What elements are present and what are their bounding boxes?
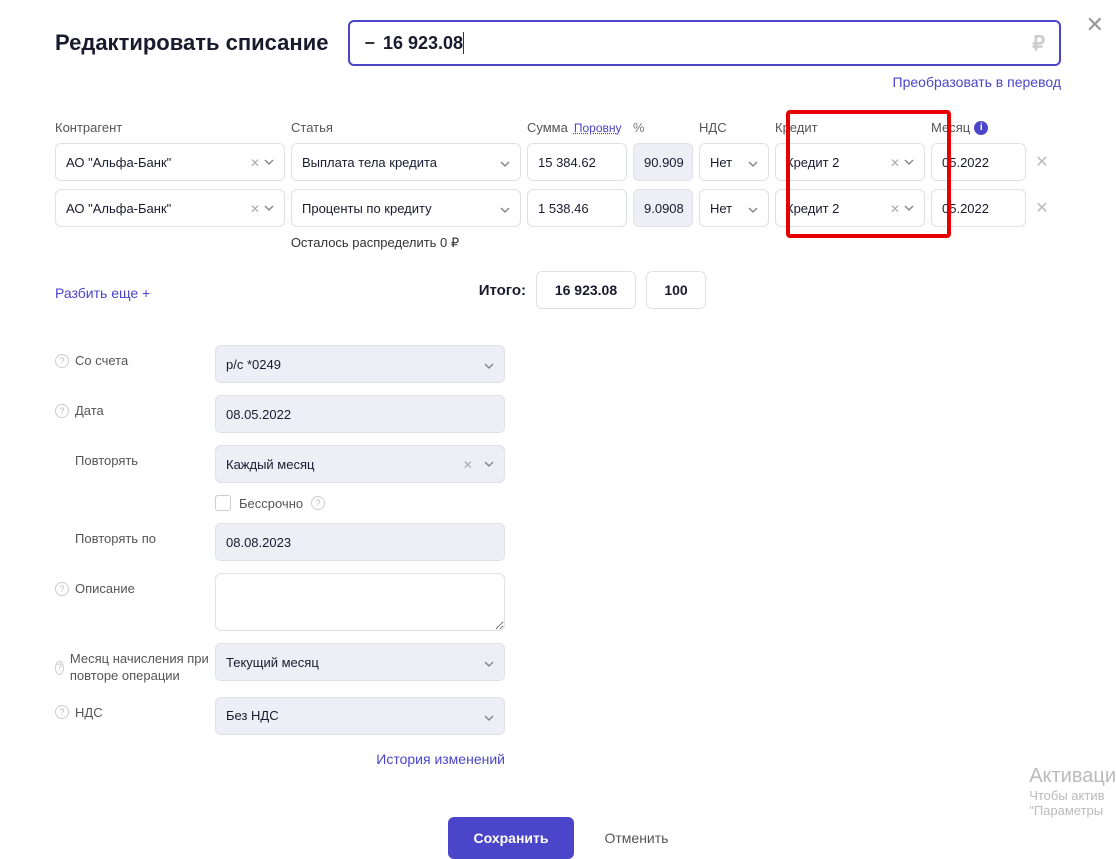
close-icon[interactable]: ✕ xyxy=(1086,12,1104,38)
repeat-label: Повторять xyxy=(75,453,138,468)
percent-input[interactable]: 90.909 xyxy=(633,143,693,181)
help-icon[interactable]: ? xyxy=(55,661,64,675)
clear-icon[interactable]: ✕ xyxy=(890,202,900,216)
infinite-label: Бессрочно xyxy=(239,496,303,511)
chevron-down-icon xyxy=(904,155,914,165)
percent-input[interactable]: 9.0908 xyxy=(633,189,693,227)
help-icon[interactable]: ? xyxy=(55,354,69,368)
counterparty-select[interactable]: АО "Альфа-Банк"✕ xyxy=(55,143,285,181)
chevron-down-icon xyxy=(748,157,758,167)
sum-input[interactable]: 1 538.46 xyxy=(527,189,627,227)
description-label: Описание xyxy=(75,581,135,596)
vat-select[interactable]: Нет xyxy=(699,189,769,227)
chevron-down-icon xyxy=(264,201,274,211)
help-icon[interactable]: ? xyxy=(55,404,69,418)
account-label: Со счета xyxy=(75,353,128,368)
chevron-down-icon xyxy=(264,155,274,165)
header-percent: % xyxy=(633,120,693,135)
vat-select[interactable]: Нет xyxy=(699,143,769,181)
account-select[interactable]: р/с *0249 xyxy=(215,345,505,383)
amount-input[interactable]: − 16 923.08 ₽ xyxy=(348,20,1061,66)
month-input[interactable]: 05.2022 xyxy=(931,189,1026,227)
chevron-down-icon xyxy=(484,657,494,667)
repeat-until-label: Повторять по xyxy=(75,531,156,546)
delete-row-icon[interactable]: ✕ xyxy=(1032,152,1052,172)
clear-icon[interactable]: ✕ xyxy=(463,458,473,472)
history-link[interactable]: История изменений xyxy=(55,751,505,767)
split-row: АО "Альфа-Банк"✕ Выплата тела кредита 15… xyxy=(55,143,1061,181)
chevron-down-icon xyxy=(748,203,758,213)
article-select[interactable]: Проценты по кредиту xyxy=(291,189,521,227)
clear-icon[interactable]: ✕ xyxy=(250,202,260,216)
chevron-down-icon xyxy=(484,711,494,721)
accrual-month-label: Месяц начисления при повторе операции xyxy=(70,651,215,685)
clear-icon[interactable]: ✕ xyxy=(250,156,260,170)
split-row: АО "Альфа-Банк"✕ Проценты по кредиту 1 5… xyxy=(55,189,1061,227)
accrual-month-select[interactable]: Текущий месяц xyxy=(215,643,505,681)
sum-input[interactable]: 15 384.62 xyxy=(527,143,627,181)
month-input[interactable]: 05.2022 xyxy=(931,143,1026,181)
credit-select[interactable]: Кредит 2✕ xyxy=(775,143,925,181)
chevron-down-icon xyxy=(500,203,510,213)
help-icon[interactable]: ? xyxy=(55,705,69,719)
amount-value: 16 923.08 xyxy=(383,33,463,54)
ruble-icon: ₽ xyxy=(1032,31,1045,56)
header-month: Месяц xyxy=(931,120,970,135)
total-percent: 100 xyxy=(646,271,706,309)
split-more-link[interactable]: Разбить еще + xyxy=(55,285,150,301)
chevron-down-icon xyxy=(484,457,494,467)
delete-row-icon[interactable]: ✕ xyxy=(1032,198,1052,218)
clear-icon[interactable]: ✕ xyxy=(890,156,900,170)
date-input[interactable]: 08.05.2022 xyxy=(215,395,505,433)
info-icon[interactable]: i xyxy=(974,121,988,135)
evenly-link[interactable]: Поровну xyxy=(574,121,622,135)
remaining-text: Осталось распределить 0 ₽ xyxy=(55,235,695,251)
page-title: Редактировать списание xyxy=(55,30,328,56)
article-select[interactable]: Выплата тела кредита xyxy=(291,143,521,181)
watermark: Активаци Чтобы актив "Параметры xyxy=(1029,765,1116,818)
vat-form-select[interactable]: Без НДС xyxy=(215,697,505,735)
header-counterparty: Контрагент xyxy=(55,120,285,135)
repeat-select[interactable]: Каждый месяц✕ xyxy=(215,445,505,483)
header-article: Статья xyxy=(291,120,521,135)
description-textarea[interactable] xyxy=(215,573,505,631)
chevron-down-icon xyxy=(500,157,510,167)
amount-sign: − xyxy=(364,33,375,54)
credit-select[interactable]: Кредит 2✕ xyxy=(775,189,925,227)
convert-to-transfer-link[interactable]: Преобразовать в перевод xyxy=(55,74,1061,90)
total-sum: 16 923.08 xyxy=(536,271,636,309)
header-vat: НДС xyxy=(699,120,769,135)
counterparty-select[interactable]: АО "Альфа-Банк"✕ xyxy=(55,189,285,227)
header-sum: Сумма xyxy=(527,120,568,135)
help-icon[interactable]: ? xyxy=(311,496,325,510)
total-label: Итого: xyxy=(479,282,526,299)
vat-form-label: НДС xyxy=(75,705,103,720)
help-icon[interactable]: ? xyxy=(55,582,69,596)
chevron-down-icon xyxy=(904,201,914,211)
date-label: Дата xyxy=(75,403,104,418)
repeat-until-input[interactable]: 08.08.2023 xyxy=(215,523,505,561)
header-credit: Кредит xyxy=(775,120,925,135)
infinite-checkbox[interactable] xyxy=(215,495,231,511)
chevron-down-icon xyxy=(484,359,494,369)
